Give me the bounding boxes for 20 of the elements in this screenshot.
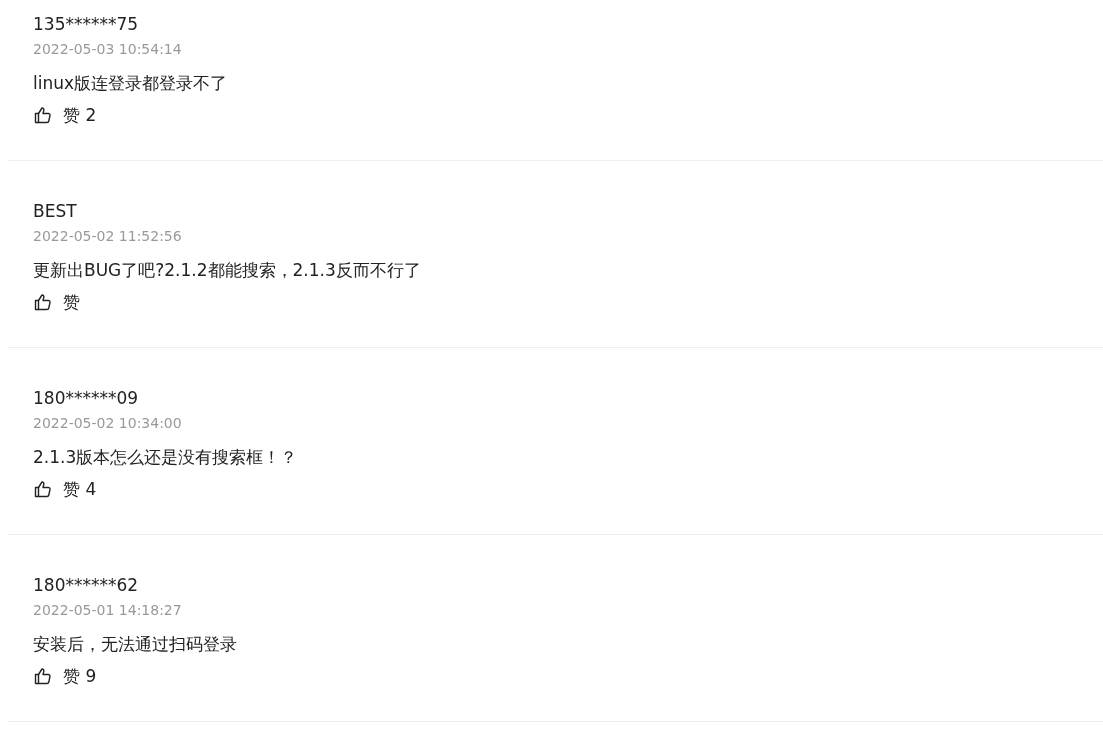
like-button[interactable]: 赞 4	[33, 477, 97, 501]
thumbs-up-icon	[34, 106, 52, 124]
like-button[interactable]: 赞 9	[33, 664, 97, 688]
username: 180******09	[33, 387, 140, 410]
username: 135******75	[33, 13, 140, 36]
username: 180******62	[33, 574, 140, 597]
comment-text: 2.1.3版本怎么还是没有搜索框！？	[33, 446, 299, 469]
thumbs-up-icon	[34, 480, 52, 498]
comment-text: linux版连登录都登录不了	[33, 72, 229, 95]
thumbs-up-icon	[34, 293, 52, 311]
like-button[interactable]: 赞 2	[33, 103, 97, 127]
thumbs-up-icon	[34, 667, 52, 685]
comment-text: 更新出BUG了吧?2.1.2都能搜索，2.1.3反而不行了	[33, 259, 422, 282]
username: BEST	[33, 200, 78, 223]
comment-text: 安装后，无法通过扫码登录	[33, 633, 238, 656]
timestamp: 2022-05-02 10:34:00	[33, 414, 183, 433]
timestamp: 2022-05-01 14:18:27	[33, 601, 183, 620]
timestamp: 2022-05-02 11:52:56	[33, 227, 183, 246]
like-button[interactable]: 赞	[33, 290, 80, 314]
timestamp: 2022-05-03 10:54:14	[33, 40, 183, 59]
